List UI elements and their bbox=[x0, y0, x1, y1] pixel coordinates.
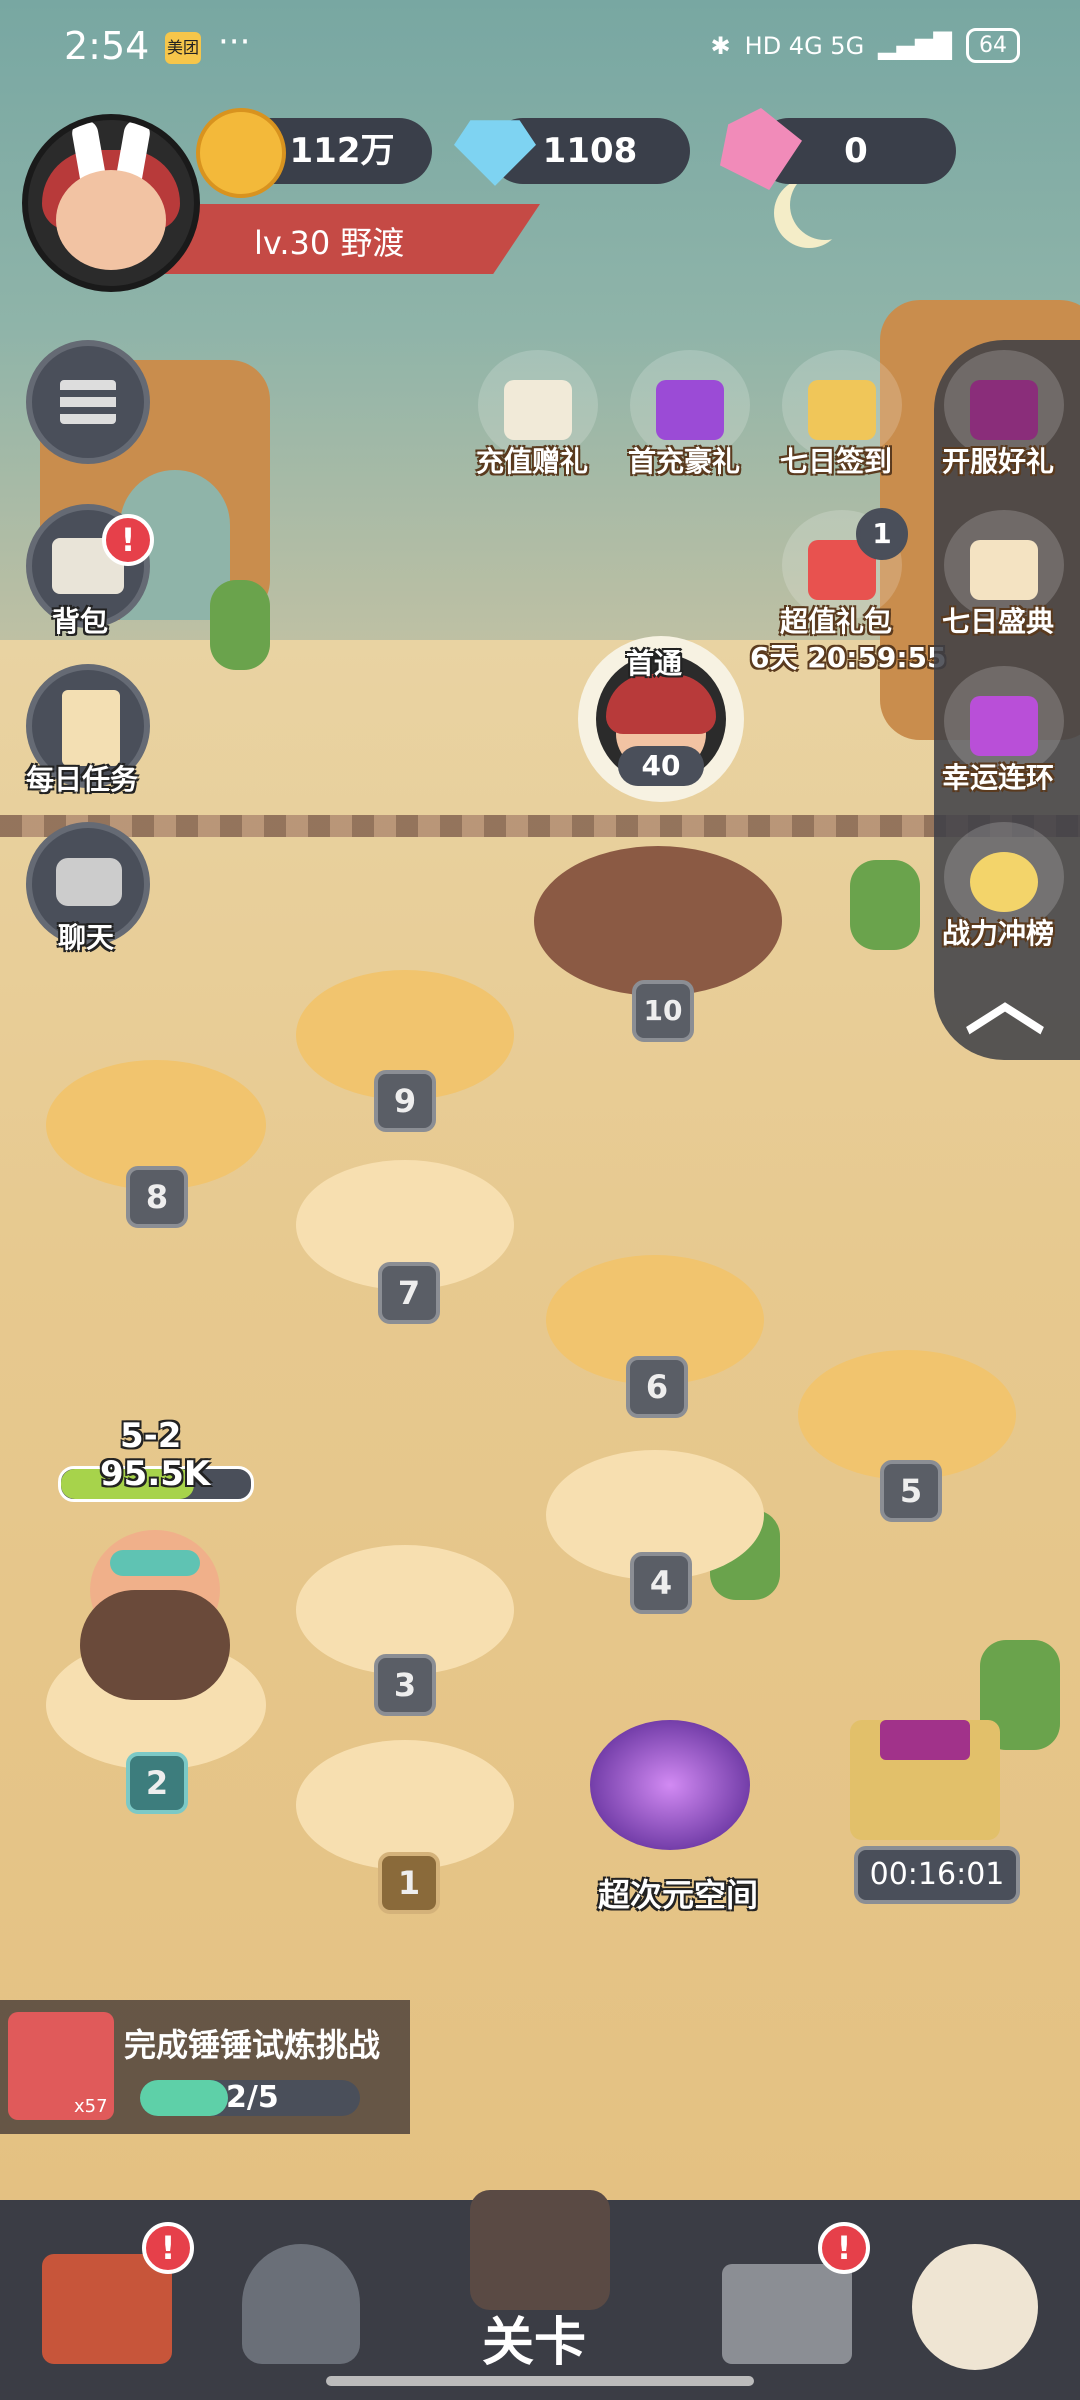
gold-amount: 112万 bbox=[289, 131, 395, 171]
chest-timer: 00:16:01 bbox=[854, 1846, 1020, 1904]
stage-node-5[interactable]: 5 bbox=[880, 1460, 942, 1522]
signal-icon: ▂▄▆█ bbox=[878, 31, 952, 60]
gift-box-icon bbox=[970, 380, 1038, 440]
crossed-hammers-icon bbox=[470, 2190, 610, 2310]
stage-node-6[interactable]: 6 bbox=[626, 1356, 688, 1418]
network-indicator: HD 4G 5G bbox=[744, 31, 865, 60]
nav-stage-button[interactable]: 关卡 bbox=[440, 2170, 640, 2390]
first-recharge-label: 首充豪礼 bbox=[628, 445, 741, 478]
nav-hero-button[interactable] bbox=[226, 2224, 376, 2374]
chat-label: 聊天 bbox=[58, 921, 115, 954]
gesture-home-bar[interactable] bbox=[326, 2376, 754, 2386]
gold-counter[interactable]: 112万 bbox=[196, 108, 432, 198]
treasure-chest[interactable] bbox=[830, 1710, 1010, 1860]
knight-helmet-icon bbox=[242, 2244, 360, 2364]
envelope-icon bbox=[504, 380, 572, 440]
more-notifications-icon: ··· bbox=[218, 22, 251, 62]
chat-bubble-icon bbox=[56, 858, 122, 906]
stage-node-1[interactable]: 1 bbox=[378, 1852, 440, 1914]
cake-icon bbox=[970, 540, 1038, 600]
cactus bbox=[210, 580, 270, 670]
player-level-name: lv.30 野渡 bbox=[254, 224, 405, 262]
boss-stage-bubble[interactable]: 首通 40 bbox=[578, 636, 744, 802]
battery-icon: 64 bbox=[966, 28, 1020, 63]
player-avatar[interactable] bbox=[22, 114, 200, 292]
value-pack-timer: 6天 20:59:55 bbox=[750, 641, 947, 674]
fence bbox=[0, 815, 1080, 837]
treasure-alert-badge: ! bbox=[818, 2222, 870, 2274]
value-pack-count-badge: 1 bbox=[856, 508, 908, 560]
gift-box-icon bbox=[656, 380, 724, 440]
power-ranking-label: 战力冲榜 bbox=[942, 917, 1055, 950]
shop-alert-badge: ! bbox=[142, 2222, 194, 2274]
boss-pad bbox=[534, 846, 782, 996]
stage-node-7[interactable]: 7 bbox=[378, 1262, 440, 1324]
bag-label: 背包 bbox=[52, 605, 109, 638]
shop-icon bbox=[42, 2254, 172, 2364]
stage-pad-1 bbox=[296, 1740, 514, 1870]
main-menu-button[interactable] bbox=[26, 340, 150, 464]
hero-character[interactable] bbox=[70, 1510, 240, 1720]
diamond-counter[interactable]: 1108 bbox=[454, 118, 690, 186]
diamond-amount: 1108 bbox=[542, 131, 638, 171]
gift-box-icon bbox=[970, 696, 1038, 756]
coin-chest-icon bbox=[722, 2264, 852, 2364]
nav-guild-button[interactable] bbox=[900, 2224, 1050, 2374]
gold-coin-icon bbox=[196, 108, 286, 198]
stage-node-2[interactable]: 2 bbox=[126, 1752, 188, 1814]
bluetooth-icon: ✱ bbox=[710, 31, 731, 60]
cactus bbox=[850, 860, 920, 950]
seven-day-festival-label: 七日盛典 bbox=[942, 605, 1055, 638]
hamburger-icon bbox=[60, 380, 116, 424]
hero-power-value: 95.5K bbox=[100, 1454, 211, 1494]
player-level-banner: lv.30 野渡 bbox=[150, 204, 540, 274]
task-tracker[interactable]: x57 完成锤锤试炼挑战 2/5 bbox=[0, 2000, 410, 2134]
bag-alert-badge: ! bbox=[102, 514, 154, 566]
status-time: 2:54 bbox=[64, 24, 150, 68]
server-open-gift-label: 开服好礼 bbox=[942, 445, 1055, 478]
stage-nav-label: 关卡 bbox=[482, 2313, 587, 2373]
portal-swirl-icon bbox=[590, 1720, 750, 1850]
stage-node-8[interactable]: 8 bbox=[126, 1166, 188, 1228]
status-bar: 2:54 美团 ··· ✱ HD 4G 5G ▂▄▆█ 64 bbox=[0, 0, 1080, 100]
task-reward-count: x57 bbox=[74, 2096, 108, 2117]
dimension-portal[interactable] bbox=[570, 1700, 770, 1860]
trophy-icon bbox=[970, 852, 1038, 912]
status-right: ✱ HD 4G 5G ▂▄▆█ 64 bbox=[711, 28, 1020, 63]
avatar-face bbox=[56, 170, 166, 270]
crystal-amount: 0 bbox=[844, 131, 868, 171]
stage-node-3[interactable]: 3 bbox=[374, 1654, 436, 1716]
daily-task-label: 每日任务 bbox=[26, 763, 139, 796]
crystal-counter[interactable]: 0 bbox=[720, 108, 956, 190]
skull-icon bbox=[912, 2244, 1038, 2370]
seven-day-signin-label: 七日签到 bbox=[780, 445, 893, 478]
scroll-icon bbox=[808, 380, 876, 440]
value-pack-label: 超值礼包 bbox=[780, 605, 893, 638]
stage-node-9[interactable]: 9 bbox=[374, 1070, 436, 1132]
stage-node-10[interactable]: 10 bbox=[632, 980, 694, 1042]
recharge-gift-label: 充值赠礼 bbox=[476, 445, 589, 478]
app-notification-icon: 美团 bbox=[165, 32, 201, 64]
task-title: 完成锤锤试炼挑战 bbox=[124, 2026, 381, 2064]
lucky-chain-label: 幸运连环 bbox=[942, 761, 1055, 794]
hero-stage-label: 5-2 bbox=[120, 1416, 182, 1456]
task-progress-fill bbox=[140, 2080, 228, 2116]
collapse-chevron-up-icon[interactable]: ︿ bbox=[962, 960, 1048, 1040]
boss-level-tag: 40 bbox=[618, 746, 704, 786]
clipboard-icon bbox=[62, 690, 120, 766]
first-clear-label: 首通 bbox=[626, 647, 683, 680]
portal-label: 超次元空间 bbox=[598, 1876, 759, 1914]
task-progress-text: 2/5 bbox=[226, 2080, 279, 2115]
stage-node-4[interactable]: 4 bbox=[630, 1552, 692, 1614]
